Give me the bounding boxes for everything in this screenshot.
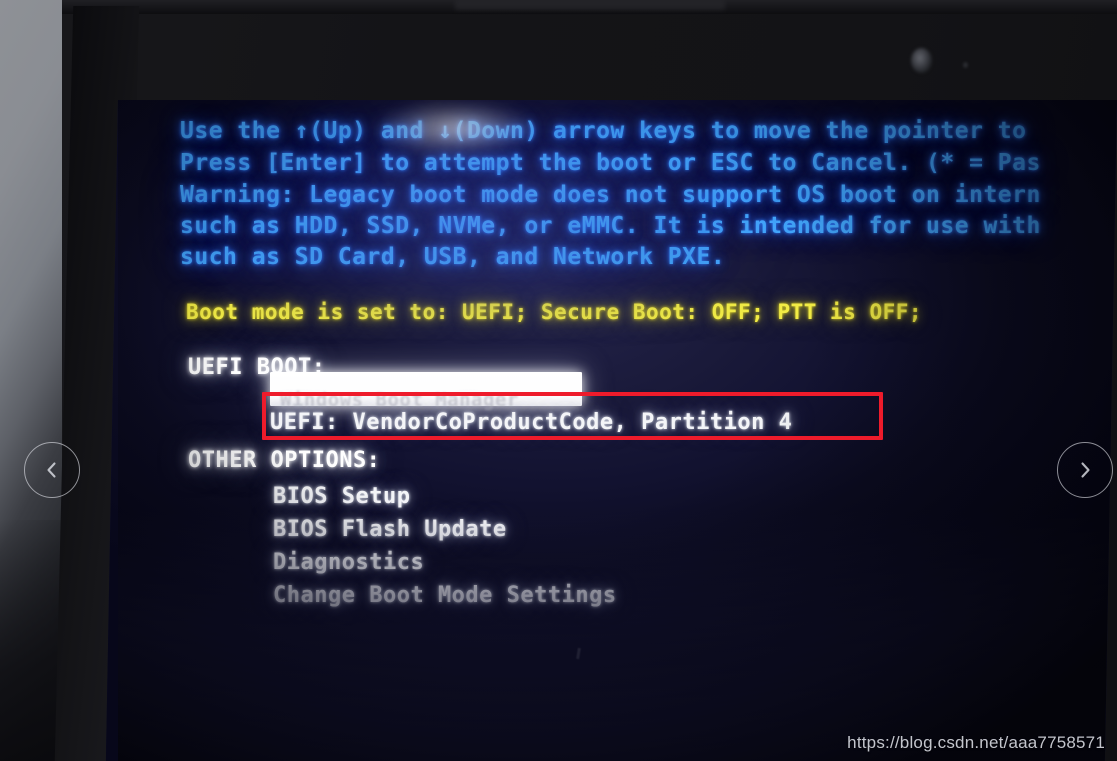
- bios-instruction-line-1: Use the ↑(Up) and ↓(Down) arrow keys to …: [180, 118, 1027, 144]
- laptop-lid-notch: [455, 0, 725, 10]
- bios-warning-line-3: such as SD Card, USB, and Network PXE.: [180, 244, 726, 270]
- chevron-right-icon: [1074, 459, 1096, 481]
- webcam-indicator-icon: [963, 62, 968, 68]
- next-image-button[interactable]: [1057, 442, 1113, 498]
- bios-status-line: Boot mode is set to: UEFI; Secure Boot: …: [186, 300, 923, 324]
- bios-warning-line-1: Warning: Legacy boot mode does not suppo…: [180, 182, 1041, 208]
- other-option-diagnostics[interactable]: Diagnostics: [273, 550, 424, 575]
- other-option-change-boot-mode-settings[interactable]: Change Boot Mode Settings: [273, 583, 617, 608]
- source-watermark: https://blog.csdn.net/aaa7758571: [847, 733, 1105, 752]
- other-options-heading: OTHER OPTIONS:: [188, 448, 381, 473]
- photo-canvas: Use the ↑(Up) and ↓(Down) arrow keys to …: [0, 0, 1117, 761]
- previous-image-button[interactable]: [24, 442, 80, 498]
- bios-warning-line-2: such as HDD, SSD, NVMe, or eMMC. It is i…: [180, 213, 1041, 239]
- chevron-left-icon: [41, 459, 63, 481]
- annotation-highlight-box: [262, 392, 883, 440]
- webcam-icon: [911, 48, 932, 73]
- bios-instruction-line-2: Press [Enter] to attempt the boot or ESC…: [180, 150, 1041, 176]
- other-option-bios-setup[interactable]: BIOS Setup: [273, 484, 410, 509]
- other-option-bios-flash-update[interactable]: BIOS Flash Update: [273, 517, 507, 542]
